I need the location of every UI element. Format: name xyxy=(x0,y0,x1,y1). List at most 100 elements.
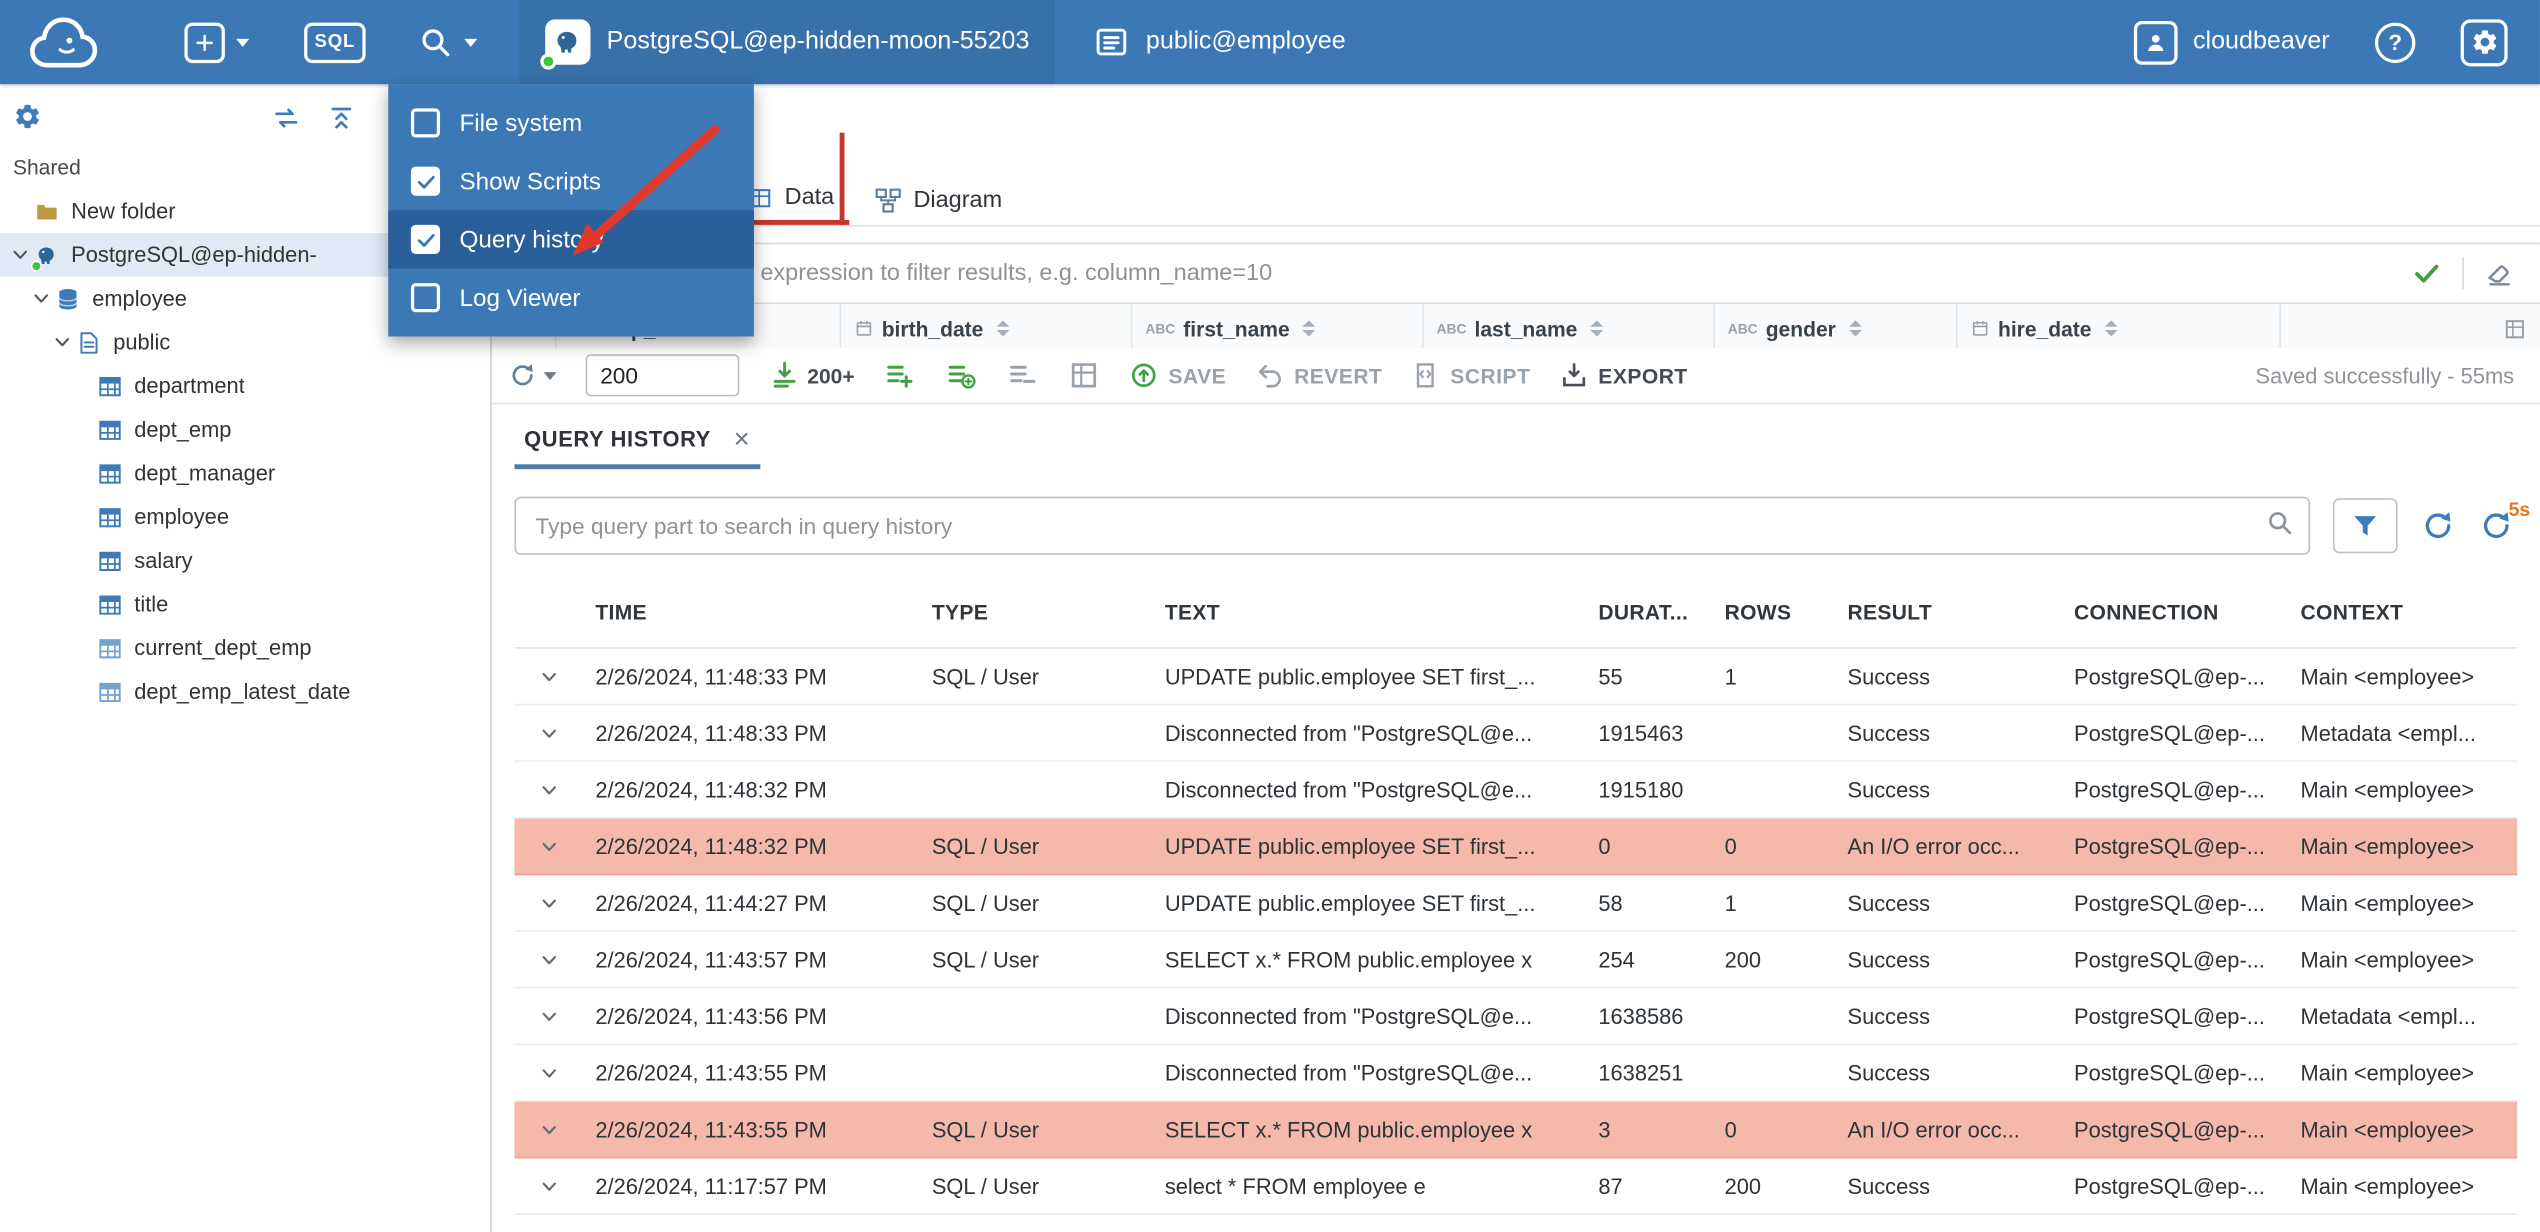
connection-selector[interactable]: PostgreSQL@ep-hidden-moon-55203 xyxy=(519,0,1056,85)
menu-item-show-scripts[interactable]: Show Scripts xyxy=(388,152,754,210)
row-expand-chevron[interactable] xyxy=(514,779,582,800)
sidebar-settings-button[interactable] xyxy=(13,102,42,131)
row-expand-chevron[interactable] xyxy=(514,666,582,687)
tab-diagram[interactable]: Diagram xyxy=(858,175,1016,225)
schema-selector[interactable]: public@employee xyxy=(1068,0,1371,84)
column-header-gender[interactable]: ABC gender xyxy=(1714,304,1958,348)
tree-item-dept-emp[interactable]: dept_emp xyxy=(0,408,490,452)
table-icon xyxy=(97,417,123,443)
tree-item-salary[interactable]: salary xyxy=(0,539,490,583)
history-cell-rows: 0 xyxy=(1724,833,1737,859)
refresh-icon xyxy=(508,361,537,390)
row-limit-input[interactable] xyxy=(585,354,740,397)
unchecked-checkbox[interactable] xyxy=(410,283,441,313)
row-expand-chevron[interactable] xyxy=(514,1062,582,1083)
auto-refresh-button[interactable]: 5s xyxy=(2478,498,2530,544)
history-row[interactable]: 2/26/2024, 11:48:32 PM SQL / User UPDATE p… xyxy=(514,818,2518,876)
history-column-type[interactable]: TYPE xyxy=(919,600,1152,624)
database-icon xyxy=(55,286,81,312)
refresh-data-button[interactable] xyxy=(508,361,557,390)
row-expand-chevron[interactable] xyxy=(514,1175,582,1196)
delete-row-button[interactable] xyxy=(1007,359,1039,391)
row-expand-chevron[interactable] xyxy=(514,949,582,970)
column-header-first-name[interactable]: ABC first_name xyxy=(1132,304,1424,348)
history-cell-duration: 0 xyxy=(1598,833,1611,859)
export-button[interactable]: EXPORT xyxy=(1559,361,1687,390)
history-column-connection[interactable]: CONNECTION xyxy=(2061,600,2287,624)
tree-item-label: employee xyxy=(134,504,229,530)
row-expand-chevron[interactable] xyxy=(514,722,582,743)
history-row[interactable]: 2/26/2024, 11:43:55 PM SQL / User SELECT x… xyxy=(514,1101,2518,1159)
view-icon xyxy=(97,635,123,661)
checked-checkbox[interactable] xyxy=(410,224,441,254)
history-row[interactable]: 2/26/2024, 11:48:33 PM Disconnected from … xyxy=(514,705,2518,762)
close-icon[interactable]: × xyxy=(734,425,751,453)
revert-button[interactable]: REVERT xyxy=(1255,361,1382,390)
history-column-context[interactable]: CONTEXT xyxy=(2288,600,2518,624)
tree-item-current-dept-emp[interactable]: current_dept_emp xyxy=(0,626,490,670)
history-row[interactable]: 2/26/2024, 11:44:27 PM SQL / User UPDATE p… xyxy=(514,875,2518,932)
sql-editor-button[interactable]: SQL xyxy=(301,0,369,84)
user-menu[interactable]: cloudbeaver xyxy=(2133,20,2330,64)
object-subtabs: Data Diagram xyxy=(491,175,2540,227)
duplicate-row-button[interactable] xyxy=(945,359,977,391)
apply-filter-button[interactable] xyxy=(2412,259,2441,288)
row-expand-chevron[interactable] xyxy=(514,1119,582,1140)
row-expand-chevron[interactable] xyxy=(514,1005,582,1026)
tree-expand-chevron[interactable] xyxy=(49,332,77,353)
tree-item-department[interactable]: department xyxy=(0,364,490,408)
save-button[interactable]: SAVE xyxy=(1130,361,1226,390)
history-column-text[interactable]: TEXT xyxy=(1152,600,1586,624)
help-button[interactable]: ? xyxy=(2372,0,2419,84)
fetch-more-button[interactable]: 200+ xyxy=(768,359,855,391)
tree-item-employee[interactable]: employee xyxy=(0,495,490,539)
history-column-result[interactable]: RESULT xyxy=(1835,600,2061,624)
postgresql-icon xyxy=(540,19,591,70)
history-row[interactable]: 2/26/2024, 11:48:32 PM Disconnected from … xyxy=(514,762,2518,819)
clear-filter-button[interactable] xyxy=(2485,259,2514,288)
history-cell-text: Disconnected from "PostgreSQL@e... xyxy=(1164,1060,1533,1085)
history-cell-duration: 1915180 xyxy=(1598,777,1684,802)
history-cell-context: Main <employee> xyxy=(2300,777,2475,802)
history-filter-button[interactable] xyxy=(2332,498,2398,554)
menu-item-query-history[interactable]: Query history xyxy=(388,210,754,269)
unchecked-checkbox[interactable] xyxy=(410,108,441,138)
history-column-time[interactable]: TIME xyxy=(582,600,919,624)
menu-item-file-system[interactable]: File system xyxy=(388,94,754,152)
grid-columns-config-button[interactable] xyxy=(2488,304,2540,348)
script-button[interactable]: SCRIPT xyxy=(1411,361,1530,390)
history-column-rows[interactable]: ROWS xyxy=(1712,600,1835,624)
column-header-hire-date[interactable]: hire_date xyxy=(1957,304,2282,348)
tree-expand-chevron[interactable] xyxy=(28,288,56,309)
history-column-durat[interactable]: DURAT... xyxy=(1585,600,1711,624)
menu-item-log-viewer[interactable]: Log Viewer xyxy=(388,269,754,327)
history-row[interactable]: 2/26/2024, 11:43:55 PM Disconnected from … xyxy=(514,1045,2518,1102)
settings-button[interactable] xyxy=(2457,0,2510,84)
tree-item-dept-emp-latest-date[interactable]: dept_emp_latest_date xyxy=(0,670,490,714)
row-expand-chevron[interactable] xyxy=(514,892,582,913)
cloudbeaver-logo[interactable] xyxy=(23,8,117,76)
history-row[interactable]: 2/26/2024, 11:48:33 PM SQL / User UPDATE p… xyxy=(514,649,2518,706)
add-row-button[interactable] xyxy=(884,359,916,391)
collapse-all-button[interactable] xyxy=(327,104,356,133)
history-row[interactable]: 2/26/2024, 11:17:57 PM SQL / User select *… xyxy=(514,1158,2518,1215)
tree-expand-chevron[interactable] xyxy=(6,244,34,265)
refresh-grid-button[interactable] xyxy=(1068,359,1100,391)
history-row[interactable]: 2/26/2024, 11:43:56 PM Disconnected from … xyxy=(514,988,2518,1046)
column-header-last-name[interactable]: ABC last_name xyxy=(1423,304,1715,348)
tab-query-history[interactable]: QUERY HISTORY × xyxy=(514,414,761,470)
column-header-birth-date[interactable]: birth_date xyxy=(841,304,1133,348)
tree-item-dept-manager[interactable]: dept_manager xyxy=(0,451,490,495)
checked-checkbox[interactable] xyxy=(410,166,441,196)
tools-menu-button[interactable] xyxy=(408,0,487,84)
history-search-input[interactable] xyxy=(514,496,2311,555)
link-with-editor-button[interactable] xyxy=(272,104,301,133)
filter-input[interactable] xyxy=(491,244,2413,303)
history-row[interactable]: 2/26/2024, 11:43:57 PM SQL / User SELECT x… xyxy=(514,932,2518,989)
divider xyxy=(2462,257,2464,290)
history-refresh-button[interactable] xyxy=(2420,508,2456,544)
new-connection-button[interactable] xyxy=(181,0,252,84)
tree-item-title[interactable]: title xyxy=(0,582,490,626)
plus-icon xyxy=(184,21,225,63)
row-expand-chevron[interactable] xyxy=(514,836,582,857)
